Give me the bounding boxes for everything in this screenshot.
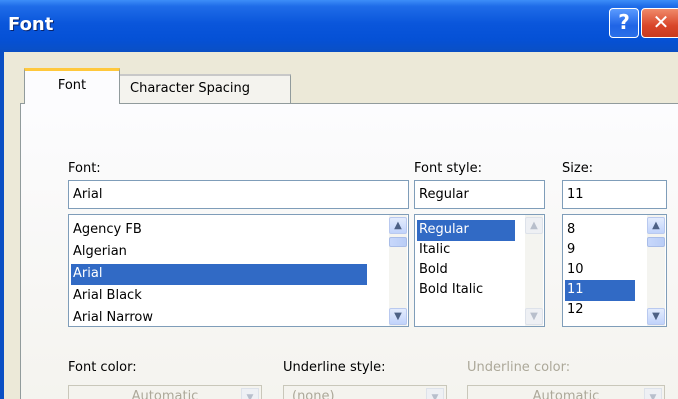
underline-color-label: Underline color:: [467, 360, 571, 375]
underline-color-dropdown[interactable]: Automatic ▼: [467, 385, 665, 399]
font-label: Font:: [68, 161, 101, 176]
chevron-down-icon[interactable]: ▼: [426, 388, 444, 399]
list-item[interactable]: 9: [565, 240, 635, 261]
scroll-thumb[interactable]: [647, 237, 665, 247]
dialog-body: Font Character Spacing Font: Arial Agenc…: [0, 52, 678, 399]
font-color-dropdown[interactable]: Automatic ▼: [68, 385, 262, 399]
list-item[interactable]: Italic: [417, 240, 515, 261]
scroll-up-icon[interactable]: ▲: [389, 217, 407, 234]
font-size-list[interactable]: 8 9 10 11 12 ▲ ▼: [562, 214, 667, 327]
scroll-down-icon[interactable]: ▼: [525, 308, 543, 325]
chevron-down-icon[interactable]: ▼: [241, 388, 259, 399]
list-item-selected[interactable]: 11: [565, 280, 635, 301]
underline-style-dropdown[interactable]: (none) ▼: [283, 385, 447, 399]
scroll-up-icon[interactable]: ▲: [647, 217, 665, 234]
scroll-down-icon[interactable]: ▼: [389, 308, 407, 325]
list-item[interactable]: Agency FB: [71, 220, 367, 241]
help-button[interactable]: ?: [609, 8, 639, 38]
size-label: Size:: [562, 161, 594, 176]
dialog-title: Font: [8, 14, 54, 35]
list-item[interactable]: 12: [565, 300, 635, 321]
list-item[interactable]: 8: [565, 220, 635, 241]
font-style-list[interactable]: Regular Italic Bold Bold Italic ▲ ▼: [414, 214, 545, 327]
list-item[interactable]: Bold: [417, 260, 515, 281]
underline-style-value: (none): [292, 389, 335, 399]
font-tab-panel: Font: Arial Agency FB Algerian Arial Ari…: [20, 103, 678, 399]
size-list-scrollbar[interactable]: ▲ ▼: [647, 215, 665, 326]
chevron-down-icon[interactable]: ▼: [644, 388, 662, 399]
list-item-selected[interactable]: Regular: [417, 220, 515, 241]
font-style-field[interactable]: Regular: [414, 180, 545, 209]
font-name-field[interactable]: Arial: [68, 180, 409, 209]
underline-color-value: Automatic: [532, 389, 600, 399]
tab-font-label: Font: [57, 78, 87, 93]
scroll-down-icon[interactable]: ▼: [647, 308, 665, 325]
title-bar[interactable]: Font ? ✕: [0, 0, 678, 52]
list-item[interactable]: Algerian: [71, 242, 367, 263]
tab-character-spacing[interactable]: Character Spacing: [119, 74, 291, 104]
list-item[interactable]: Bold Italic: [417, 280, 515, 301]
scroll-up-icon[interactable]: ▲: [525, 217, 543, 234]
list-item[interactable]: 10: [565, 260, 635, 281]
style-list-scrollbar[interactable]: ▲ ▼: [525, 215, 543, 326]
font-color-label: Font color:: [68, 360, 137, 375]
tab-font[interactable]: Font: [24, 68, 120, 104]
font-style-label: Font style:: [414, 161, 482, 176]
font-color-value: Automatic: [131, 389, 199, 399]
close-button[interactable]: ✕: [641, 8, 678, 38]
list-item[interactable]: Arial Narrow: [71, 308, 367, 326]
font-size-field[interactable]: 11: [562, 180, 667, 209]
font-dialog: Font ? ✕ Font Character Spacing Font: Ar…: [0, 0, 678, 399]
list-item-selected[interactable]: Arial: [71, 264, 367, 285]
tab-character-spacing-label: Character Spacing: [130, 81, 251, 96]
font-list-scrollbar[interactable]: ▲ ▼: [389, 215, 407, 326]
underline-style-label: Underline style:: [283, 360, 386, 375]
scroll-thumb[interactable]: [389, 237, 407, 247]
font-name-list[interactable]: Agency FB Algerian Arial Arial Black Ari…: [68, 214, 409, 327]
list-item[interactable]: Arial Black: [71, 286, 367, 307]
